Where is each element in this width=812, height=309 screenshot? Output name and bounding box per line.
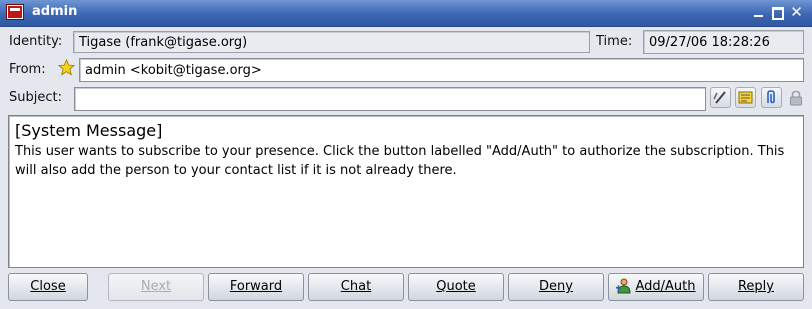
close-icon[interactable]: ✕ — [789, 5, 804, 20]
star-icon — [58, 59, 75, 76]
chat-button[interactable]: Chat — [308, 273, 404, 301]
quote-button[interactable]: Quote — [408, 273, 504, 301]
user-add-icon — [616, 278, 631, 294]
message-view[interactable]: [System Message] This user wants to subs… — [8, 115, 804, 268]
spell-check-icon[interactable] — [710, 87, 731, 108]
identity-label: Identity: — [9, 34, 63, 49]
window-title: admin — [32, 4, 78, 19]
add-auth-button[interactable]: Add/Auth — [608, 273, 704, 301]
attachment-icon[interactable] — [761, 87, 782, 108]
deny-button[interactable]: Deny — [508, 273, 604, 301]
lock-icon[interactable] — [789, 90, 803, 106]
from-label: From: — [9, 62, 46, 77]
app-icon[interactable] — [7, 5, 23, 19]
identity-field: Tigase (frank@tigase.org) — [73, 31, 590, 53]
subject-label: Subject: — [9, 90, 62, 105]
message-header: [System Message] — [15, 121, 163, 140]
minimize-icon[interactable] — [751, 5, 766, 20]
reply-button[interactable]: Reply — [708, 273, 804, 301]
message-window: admin ✕ Identity: Tigase (frank@tigase.o… — [0, 0, 812, 309]
close-button[interactable]: Close — [8, 273, 88, 301]
title-bar[interactable]: admin ✕ — [0, 0, 812, 27]
note-icon[interactable] — [735, 87, 756, 108]
time-label: Time: — [596, 34, 633, 49]
next-button[interactable]: Next — [108, 273, 204, 301]
forward-button[interactable]: Forward — [208, 273, 304, 301]
from-field[interactable]: admin <kobit@tigase.org> — [79, 58, 804, 82]
time-field: 09/27/06 18:28:26 — [643, 30, 804, 54]
message-body: This user wants to subscribe to your pre… — [15, 144, 785, 178]
maximize-icon[interactable] — [770, 5, 785, 20]
add-auth-label: Add/Auth — [635, 279, 696, 294]
subject-input[interactable] — [74, 87, 706, 111]
